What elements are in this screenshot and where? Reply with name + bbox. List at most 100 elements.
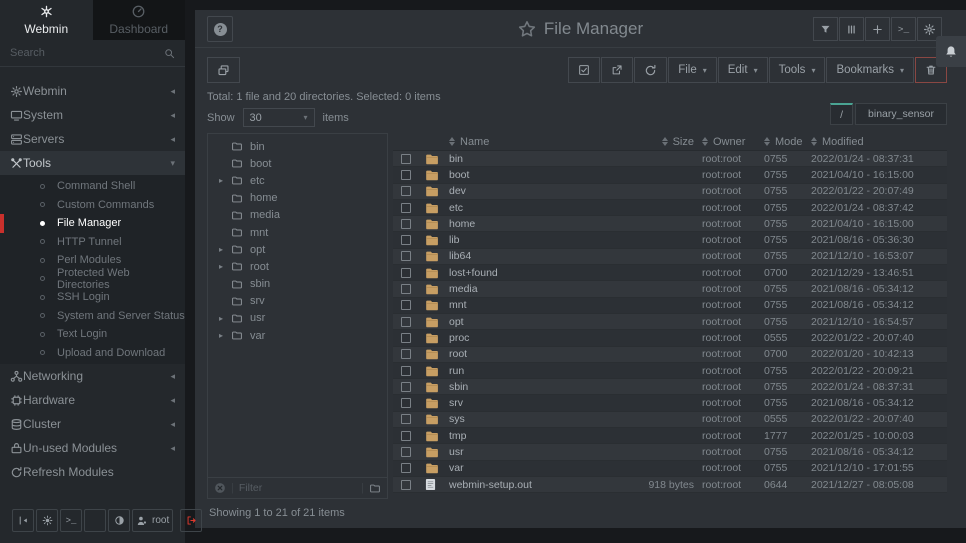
- row-checkbox[interactable]: [401, 219, 411, 229]
- page-size-select[interactable]: 30 ▾: [243, 108, 315, 127]
- table-row-lib[interactable]: libroot:root07552021/08/16 - 05:36:30: [393, 232, 947, 248]
- path-segment-binary-sensor[interactable]: binary_sensor: [855, 103, 947, 125]
- folder-icon[interactable]: [369, 483, 381, 494]
- row-checkbox[interactable]: [401, 431, 411, 441]
- sidebar-item-webmin[interactable]: Webmin◂: [0, 79, 185, 103]
- tree-node-etc[interactable]: ▸etc: [208, 172, 387, 189]
- tree-node-root[interactable]: ▸root: [208, 258, 387, 275]
- tab-dashboard[interactable]: Dashboard: [93, 0, 186, 40]
- sidebar-subitem-http-tunnel[interactable]: HTTP Tunnel: [0, 233, 185, 252]
- sidebar-item-refresh-modules[interactable]: Refresh Modules: [0, 460, 185, 484]
- help-button[interactable]: ?: [207, 16, 233, 42]
- table-row-mnt[interactable]: mntroot:root07552021/08/16 - 05:34:12: [393, 298, 947, 314]
- table-row-run[interactable]: runroot:root07552022/01/22 - 20:09:21: [393, 363, 947, 379]
- row-checkbox[interactable]: [401, 235, 411, 245]
- filter-input[interactable]: Filter: [239, 482, 356, 494]
- sidebar-item-hardware[interactable]: Hardware◂: [0, 388, 185, 412]
- table-row-dev[interactable]: devroot:root07552022/01/22 - 20:07:49: [393, 184, 947, 200]
- collapse-sidebar-button[interactable]: [12, 509, 34, 532]
- sidebar-subitem-command-shell[interactable]: Command Shell: [0, 177, 185, 196]
- edit-menu-button[interactable]: Edit▾: [718, 57, 768, 83]
- favorites-button[interactable]: [84, 509, 106, 532]
- tab-webmin[interactable]: Webmin: [0, 0, 93, 40]
- open-in-new-button[interactable]: [601, 57, 633, 83]
- clear-filter-icon[interactable]: [214, 482, 226, 494]
- row-checkbox[interactable]: [401, 317, 411, 327]
- table-row-srv[interactable]: srvroot:root07552021/08/16 - 05:34:12: [393, 395, 947, 411]
- tools-menu-button[interactable]: Tools▾: [769, 57, 826, 83]
- table-row-root[interactable]: rootroot:root07002022/01/20 - 10:42:13: [393, 347, 947, 363]
- row-checkbox[interactable]: [401, 154, 411, 164]
- table-row-lost-found[interactable]: lost+foundroot:root07002021/12/29 - 13:4…: [393, 265, 947, 281]
- sidebar-item-tools[interactable]: Tools▾: [0, 151, 185, 175]
- user-button[interactable]: root: [132, 509, 173, 532]
- file-menu-button[interactable]: File▾: [668, 57, 717, 83]
- row-checkbox[interactable]: [401, 382, 411, 392]
- bookmarks-menu-button[interactable]: Bookmarks▾: [826, 57, 914, 83]
- expand-arrow-icon[interactable]: ▸: [219, 245, 230, 254]
- table-row-sbin[interactable]: sbinroot:root07552022/01/24 - 08:37:31: [393, 379, 947, 395]
- theme-button[interactable]: [108, 509, 130, 532]
- tree-node-home[interactable]: home: [208, 190, 387, 207]
- row-checkbox[interactable]: [401, 268, 411, 278]
- column-header-mode[interactable]: Mode: [764, 136, 811, 148]
- tree-node-bin[interactable]: bin: [208, 138, 387, 155]
- tree-node-mnt[interactable]: mnt: [208, 224, 387, 241]
- row-checkbox[interactable]: [401, 186, 411, 196]
- star-icon[interactable]: [518, 20, 536, 38]
- row-checkbox[interactable]: [401, 170, 411, 180]
- table-row-webmin-setup-out[interactable]: webmin-setup.out918 bytesroot:root064420…: [393, 477, 947, 493]
- sidebar-item-cluster[interactable]: Cluster◂: [0, 412, 185, 436]
- select-all-button[interactable]: [568, 57, 600, 83]
- paste-buffer-button[interactable]: [207, 57, 240, 83]
- sidebar-item-un-used-modules[interactable]: Un-used Modules◂: [0, 436, 185, 460]
- row-checkbox[interactable]: [401, 414, 411, 424]
- sidebar-subitem-protected-web-directories[interactable]: Protected Web Directories: [0, 270, 185, 289]
- table-row-usr[interactable]: usrroot:root07552021/08/16 - 05:34:12: [393, 444, 947, 460]
- shell-button[interactable]: >_: [60, 509, 82, 532]
- table-row-boot[interactable]: bootroot:root07552021/04/10 - 16:15:00: [393, 167, 947, 183]
- sidebar-item-networking[interactable]: Networking◂: [0, 364, 185, 388]
- row-checkbox[interactable]: [401, 349, 411, 359]
- row-checkbox[interactable]: [401, 333, 411, 343]
- row-checkbox[interactable]: [401, 447, 411, 457]
- sidebar-subitem-file-manager[interactable]: File Manager: [0, 214, 185, 233]
- table-row-home[interactable]: homeroot:root07552021/04/10 - 16:15:00: [393, 216, 947, 232]
- row-checkbox[interactable]: [401, 463, 411, 473]
- table-row-bin[interactable]: binroot:root07552022/01/24 - 08:37:31: [393, 151, 947, 167]
- expand-arrow-icon[interactable]: ▸: [219, 331, 230, 340]
- table-row-etc[interactable]: etcroot:root07552022/01/24 - 08:37:42: [393, 200, 947, 216]
- row-checkbox[interactable]: [401, 284, 411, 294]
- table-row-sys[interactable]: sysroot:root05552022/01/22 - 20:07:40: [393, 412, 947, 428]
- row-checkbox[interactable]: [401, 203, 411, 213]
- row-checkbox[interactable]: [401, 398, 411, 408]
- sidebar-subitem-upload-and-download[interactable]: Upload and Download: [0, 344, 185, 363]
- tree-node-opt[interactable]: ▸opt: [208, 241, 387, 258]
- night-mode-button[interactable]: [36, 509, 58, 532]
- sidebar-subitem-system-and-server-status[interactable]: System and Server Status: [0, 307, 185, 326]
- sidebar-item-servers[interactable]: Servers◂: [0, 127, 185, 151]
- terminal-button[interactable]: >_: [891, 17, 916, 41]
- column-header-size[interactable]: Size: [622, 136, 702, 148]
- tree-node-media[interactable]: media: [208, 207, 387, 224]
- filter-button[interactable]: [813, 17, 838, 41]
- column-header-owner[interactable]: Owner: [702, 136, 764, 148]
- tree-node-boot[interactable]: boot: [208, 155, 387, 172]
- tree-node-usr[interactable]: ▸usr: [208, 310, 387, 327]
- expand-arrow-icon[interactable]: ▸: [219, 314, 230, 323]
- row-checkbox[interactable]: [401, 366, 411, 376]
- tree-node-sbin[interactable]: sbin: [208, 276, 387, 293]
- notifications-flyout[interactable]: [936, 36, 966, 67]
- tree-node-srv[interactable]: srv: [208, 293, 387, 310]
- path-segment-[interactable]: /: [830, 103, 853, 125]
- logout-button[interactable]: [180, 509, 202, 532]
- table-row-tmp[interactable]: tmproot:root17772022/01/25 - 10:00:03: [393, 428, 947, 444]
- table-row-var[interactable]: varroot:root07552021/12/10 - 17:01:55: [393, 461, 947, 477]
- refresh-button[interactable]: [634, 57, 667, 83]
- table-row-proc[interactable]: procroot:root05552022/01/22 - 20:07:40: [393, 330, 947, 346]
- expand-arrow-icon[interactable]: ▸: [219, 176, 230, 185]
- sidebar-subitem-custom-commands[interactable]: Custom Commands: [0, 196, 185, 215]
- column-header-name[interactable]: Name: [449, 136, 622, 148]
- row-checkbox[interactable]: [401, 251, 411, 261]
- table-row-media[interactable]: mediaroot:root07552021/08/16 - 05:34:12: [393, 281, 947, 297]
